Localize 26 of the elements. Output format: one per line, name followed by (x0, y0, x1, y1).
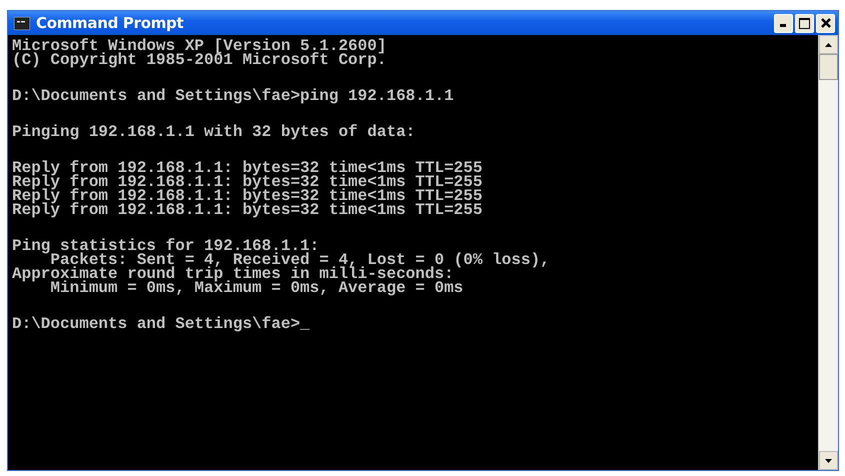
console-line: Ping statistics for 192.168.1.1: (12, 239, 320, 253)
console-line: Microsoft Windows XP [Version 5.1.2600] (12, 39, 388, 53)
console-line: Reply from 192.168.1.1: bytes=32 time<1ms TTL=255 (12, 161, 484, 175)
console-line: Minimum = 0ms, Maximum = 0ms, Average = 0ms (50, 281, 464, 295)
console-line: Reply from 192.168.1.1: bytes=32 time<1ms TTL=255 (12, 203, 484, 217)
console-line: Approximate round trip times in milli-seconds: (12, 267, 454, 281)
console-line: (C) Copyright 1985-2001 Microsoft Corp. (12, 53, 388, 67)
window-title: Command Prompt (36, 14, 184, 32)
console-line: Reply from 192.168.1.1: bytes=32 time<1ms TTL=255 (12, 189, 484, 203)
console-line: D:\Documents and Settings\fae>_ (12, 317, 311, 331)
up-arrow-icon (825, 42, 832, 46)
scrollbar[interactable] (818, 35, 838, 470)
maximize-button[interactable] (795, 14, 814, 32)
close-button[interactable] (816, 14, 835, 32)
scroll-up-button[interactable] (819, 35, 838, 54)
scroll-down-button[interactable] (819, 451, 838, 470)
minimize-button[interactable] (774, 14, 793, 32)
down-arrow-icon (825, 458, 832, 462)
console-icon (14, 16, 30, 30)
console-line: Reply from 192.168.1.1: bytes=32 time<1ms TTL=255 (12, 175, 484, 189)
maximize-icon (799, 18, 810, 28)
console-line: D:\Documents and Settings\fae>ping 192.168.1.1 (12, 89, 455, 103)
close-icon (820, 18, 830, 28)
console-line: Packets: Sent = 4, Received = 4, Lost = 0 (0% loss), (50, 253, 551, 267)
scroll-thumb[interactable] (819, 54, 838, 80)
console-line: Pinging 192.168.1.1 with 32 bytes of data: (12, 125, 416, 139)
